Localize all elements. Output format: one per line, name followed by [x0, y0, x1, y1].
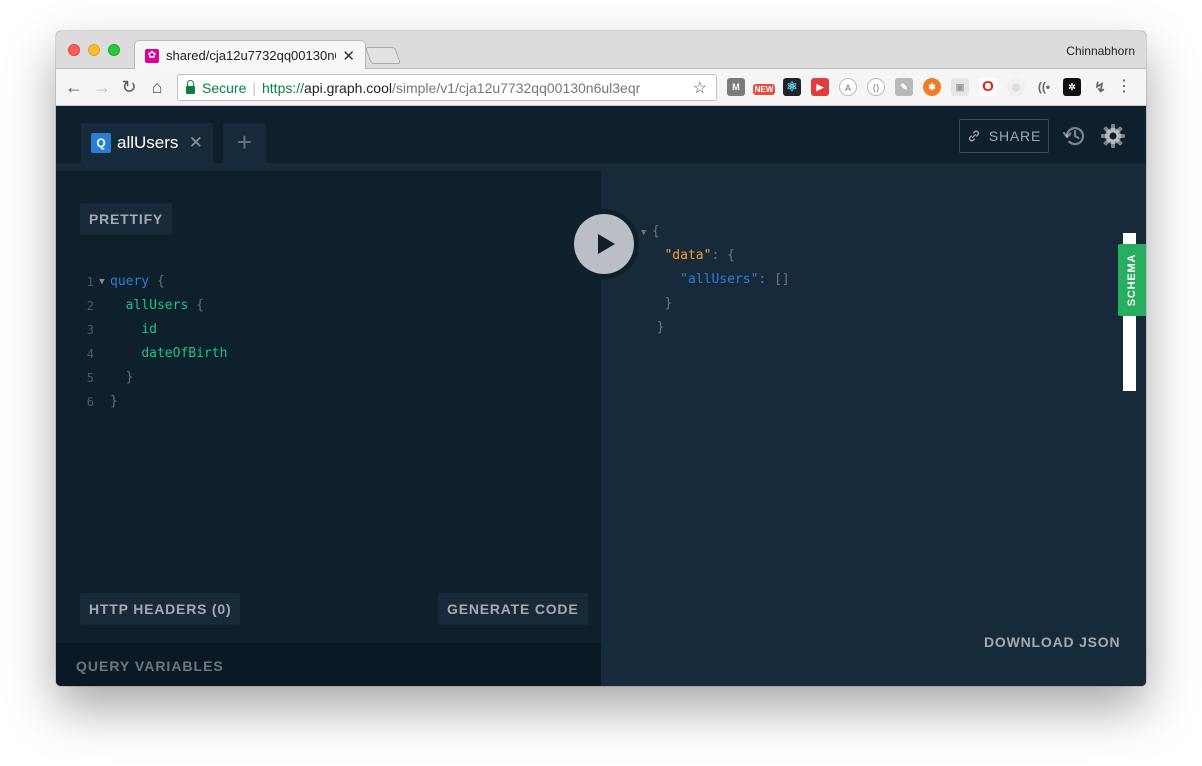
query-badge-icon: Q [91, 133, 111, 153]
line-number: 2 [86, 299, 94, 313]
url-scheme: https:// [262, 79, 305, 96]
new-tab-button[interactable] [364, 47, 402, 64]
profile-name[interactable]: Chinnabhorn [1066, 44, 1135, 58]
line-number: 5 [86, 371, 94, 385]
code-line: 3 id [84, 318, 227, 342]
field-allusers: allUsers [125, 298, 189, 313]
line-number: 3 [86, 323, 94, 337]
zoom-window-button[interactable] [108, 44, 120, 56]
forward-arrow-icon[interactable]: → [92, 77, 112, 97]
share-button[interactable]: SHARE [959, 119, 1049, 153]
playground-tab-title: allUsers [117, 133, 179, 152]
browser-tabstrip: ✿ shared/cja12u7732qq00130n6ul3eqr ✕ Chi… [56, 31, 1146, 70]
bookmark-star-icon[interactable]: ☆ [693, 78, 707, 98]
playground-header: Q allUsers ✕ + SHARE [56, 106, 1146, 163]
http-headers-button[interactable]: HTTP HEADERS (0) [80, 593, 241, 625]
download-json-button[interactable]: DOWNLOAD JSON [975, 626, 1130, 658]
secure-label: Secure [202, 79, 247, 96]
home-icon[interactable]: ⌂ [147, 77, 167, 97]
query-variables-label: QUERY VARIABLES [76, 658, 224, 674]
browser-toolbar: ← → ↻ ⌂ Secure | https://api.graph.cool /… [56, 69, 1146, 106]
result-line: "data": { [664, 248, 735, 263]
closing-brace: } [125, 370, 134, 385]
code-line: 5 } [84, 366, 227, 390]
browser-menu-icon[interactable]: ⋮ [1116, 77, 1132, 97]
fold-arrow-icon[interactable]: ▼ [94, 270, 110, 294]
address-bar[interactable]: Secure | https://api.graph.cool/simple/v… [177, 74, 717, 101]
closing-brace: } [110, 394, 118, 409]
tab-close-icon[interactable]: ✕ [342, 47, 355, 65]
wireless-extension-icon[interactable]: ((• [1035, 78, 1053, 96]
tool-extension-icon[interactable]: ✎ [895, 78, 913, 96]
run-query-button[interactable] [569, 209, 639, 279]
share-label: SHARE [988, 128, 1042, 144]
playground-tab-close-icon[interactable]: ✕ [189, 133, 203, 153]
result-data-key: "data" [664, 248, 712, 263]
line-number: 4 [86, 347, 94, 361]
playground-tab-allusers[interactable]: Q allUsers ✕ [81, 123, 213, 163]
query-editor-pane[interactable]: PRETTIFY 1 ▼ query { 2 allUsers { 3 id 4 d… [56, 163, 601, 686]
code-line: 1 ▼ query { [84, 270, 227, 294]
url-host: api.graph.cool [304, 79, 392, 96]
result-allusers-key: "allUsers" [680, 272, 759, 287]
page-extension-icon[interactable]: ▣ [951, 78, 969, 96]
result-line: } [656, 320, 665, 335]
add-tab-plus-icon[interactable]: + [223, 123, 266, 163]
minimize-window-button[interactable] [88, 44, 100, 56]
lock-icon [186, 79, 195, 94]
fold-arrow-icon[interactable]: ▼ [641, 228, 652, 238]
browser-tab-title: shared/cja12u7732qq00130n6ul3eqr [166, 48, 336, 63]
dark-extension-icon[interactable]: ✲ [1063, 78, 1081, 96]
code-line: 4 dateOfBirth [84, 342, 228, 366]
result-json: ▼ { "data": { "allUsers": [] } } [641, 220, 790, 340]
result-line: "allUsers": [] [680, 272, 790, 287]
line-number: 6 [86, 395, 94, 409]
url-path: /simple/v1/cja12u7732qq00130n6ul3eqr [391, 79, 641, 96]
reload-icon[interactable]: ↻ [119, 77, 139, 97]
query-keyword: query [110, 274, 150, 289]
react-devtools-icon[interactable]: ⚛ [783, 78, 801, 96]
gmail-checker-extension-icon[interactable]: M [727, 78, 745, 96]
editor-top-strip [56, 163, 601, 171]
field-id: id [141, 322, 157, 337]
line-number: 1 [86, 275, 94, 289]
link-icon [968, 130, 979, 142]
browser-tab-active[interactable]: ✿ shared/cja12u7732qq00130n6ul3eqr ✕ [134, 40, 366, 70]
play-icon [598, 234, 615, 254]
history-icon[interactable] [1062, 123, 1088, 149]
code-extension-icon[interactable]: ⟨⟩ [867, 78, 885, 96]
hook-extension-icon[interactable]: ↯ [1091, 78, 1109, 96]
result-allusers-value: [] [774, 272, 790, 287]
omnibox-divider: | [252, 79, 256, 96]
browser-window: ✿ shared/cja12u7732qq00130n6ul3eqr ✕ Chi… [56, 31, 1146, 686]
new-badge-extension-icon[interactable]: NEW [753, 84, 775, 95]
faded-extension-icon[interactable]: ◎ [1007, 78, 1025, 96]
settings-gear-icon[interactable] [1100, 123, 1126, 149]
schema-label: SCHEMA [1126, 253, 1138, 307]
graphql-favicon-icon: ✿ [145, 48, 159, 63]
code-line: 2 allUsers { [84, 294, 227, 318]
result-pane: ▼ { "data": { "allUsers": [] } } DOWNLOA… [601, 163, 1146, 686]
pocket-extension-icon[interactable]: ▶ [811, 78, 829, 96]
field-dateofbirth: dateOfBirth [141, 346, 228, 361]
query-code[interactable]: 1 ▼ query { 2 allUsers { 3 id 4 dateOfBirt… [84, 270, 228, 414]
result-line: ▼ { [641, 224, 660, 239]
generate-code-button[interactable]: GENERATE CODE [438, 593, 588, 625]
code-line: 6} [84, 390, 227, 414]
graphql-playground: Q allUsers ✕ + SHARE PRETTIFY 1 ▼ query … [56, 106, 1146, 686]
prettify-button[interactable]: PRETTIFY [80, 203, 173, 235]
back-arrow-icon[interactable]: ← [64, 77, 84, 97]
opera-extension-icon[interactable]: O [979, 78, 997, 96]
adblock-extension-icon[interactable]: A [839, 78, 857, 96]
run-button-circle [574, 214, 634, 274]
close-window-button[interactable] [68, 44, 80, 56]
schema-tab[interactable]: SCHEMA [1118, 244, 1146, 316]
orange-extension-icon[interactable]: ✱ [923, 78, 941, 96]
result-line: } [664, 296, 673, 311]
query-variables-bar[interactable]: QUERY VARIABLES [56, 643, 601, 686]
